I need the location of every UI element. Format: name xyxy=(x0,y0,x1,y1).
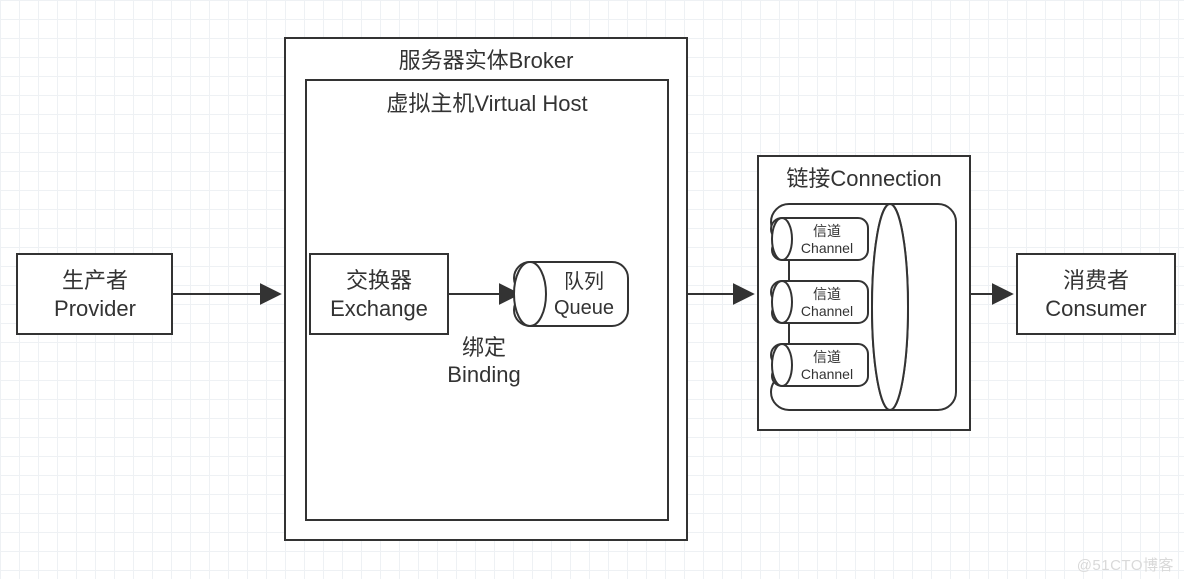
diagram-stage: 生产者 Provider 服务器实体Broker 虚拟主机Virtual Hos… xyxy=(0,0,1184,579)
exchange-label-en: Exchange xyxy=(330,296,428,321)
queue-node: 队列 Queue xyxy=(514,262,628,326)
channel-0-label-en: Channel xyxy=(801,240,853,256)
binding-label-cn: 绑定 xyxy=(462,335,506,360)
consumer-node: 消费者 Consumer xyxy=(1017,254,1175,334)
channel-1-label-cn: 信道 xyxy=(813,286,841,302)
vhost-title: 虚拟主机Virtual Host xyxy=(386,91,587,116)
binding-label-en: Binding xyxy=(447,362,520,387)
exchange-label-cn: 交换器 xyxy=(346,268,412,293)
channel-0-label-cn: 信道 xyxy=(813,223,841,239)
producer-node: 生产者 Provider xyxy=(17,254,172,334)
broker-title: 服务器实体Broker xyxy=(399,48,574,73)
channel-2-label-cn: 信道 xyxy=(813,349,841,365)
queue-label-en: Queue xyxy=(554,297,614,319)
channel-2-label-en: Channel xyxy=(801,366,853,382)
channel-0: 信道 Channel xyxy=(771,218,868,260)
producer-label-cn: 生产者 xyxy=(62,268,128,293)
queue-label-cn: 队列 xyxy=(564,270,604,293)
diagram-svg: 生产者 Provider 服务器实体Broker 虚拟主机Virtual Hos… xyxy=(0,0,1184,579)
connection-title: 链接Connection xyxy=(786,166,941,191)
consumer-label-cn: 消费者 xyxy=(1063,268,1129,293)
consumer-label-en: Consumer xyxy=(1045,296,1146,321)
channel-1: 信道 Channel xyxy=(771,281,868,323)
exchange-node: 交换器 Exchange xyxy=(310,254,448,334)
producer-label-en: Provider xyxy=(54,296,136,321)
connection-node: 链接Connection 信道 Channel 信道 Channel 信道 Ch… xyxy=(758,156,970,430)
channel-1-label-en: Channel xyxy=(801,303,853,319)
channel-2: 信道 Channel xyxy=(771,344,868,386)
